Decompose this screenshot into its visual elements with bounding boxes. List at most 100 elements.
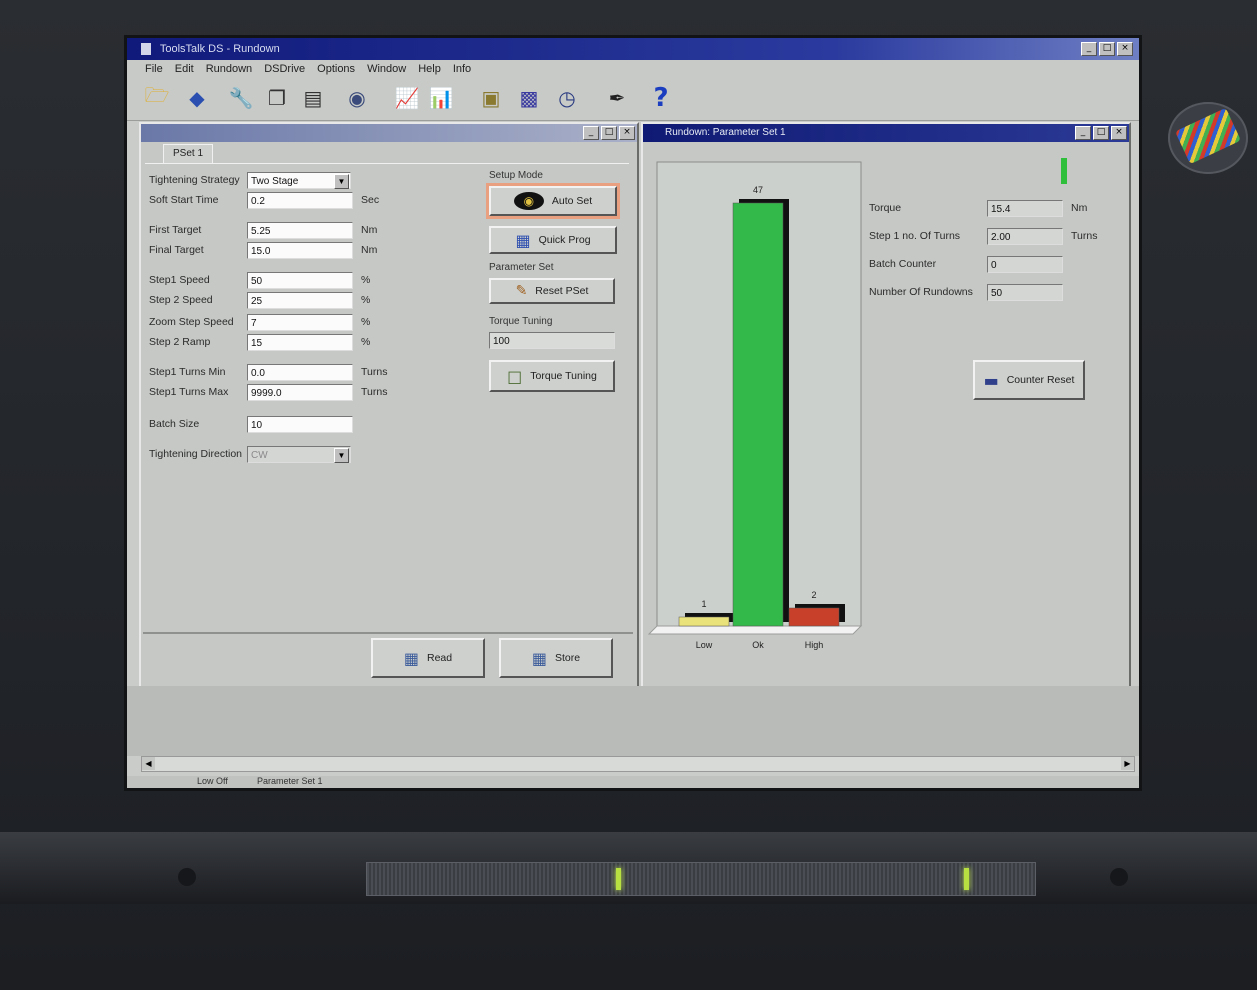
child-maximize-button[interactable]: □	[601, 126, 617, 140]
quick-prog-button[interactable]: ▦ Quick Prog	[489, 226, 617, 254]
status-led-2	[964, 868, 969, 890]
rundown-minimize-button[interactable]: _	[1075, 126, 1091, 140]
copy-icon[interactable]: ❐	[263, 84, 291, 112]
rundown-field-value: 50	[987, 284, 1063, 301]
screwdriver-icon[interactable]: ✒	[603, 84, 631, 112]
wrench-icon[interactable]: 🔧	[227, 84, 255, 112]
rundown-field-value: 2.00	[987, 228, 1063, 245]
rundown-field-label: Number Of Rundowns	[869, 286, 973, 298]
counter-reset-button[interactable]: ▬ Counter Reset	[973, 360, 1085, 400]
param-field[interactable]: 25	[247, 292, 353, 309]
chart-data-label: 1	[701, 599, 706, 609]
chevron-down-icon[interactable]: ▼	[334, 448, 349, 463]
param-field[interactable]: 0.0	[247, 364, 353, 381]
app-icon	[141, 43, 151, 56]
chevron-down-icon[interactable]: ▼	[334, 174, 349, 189]
box-icon[interactable]: ▩	[515, 84, 543, 112]
child-minimize-button[interactable]: _	[583, 126, 599, 140]
hinge-screw-left	[178, 868, 196, 886]
chart-bar	[678, 616, 730, 627]
param-field[interactable]: 15	[247, 334, 353, 351]
open-folder-icon[interactable]: 🗁	[143, 83, 171, 112]
disk-icon[interactable]: ◉	[343, 84, 371, 112]
rundown-close-button[interactable]: ×	[1111, 126, 1127, 140]
auto-set-button[interactable]: ◉ Auto Set	[489, 186, 617, 216]
read-label: Read	[427, 652, 453, 664]
counter-reset-icon: ▬	[983, 370, 999, 390]
torque-tuning-button[interactable]: □ Torque Tuning	[489, 360, 615, 392]
menu-edit[interactable]: Edit	[175, 60, 194, 78]
param-field[interactable]: 5.25	[247, 222, 353, 239]
param-field[interactable]: 50	[247, 272, 353, 289]
param-label: Step 2 Ramp	[149, 336, 211, 348]
param-label: Step1 Turns Min	[149, 366, 226, 378]
param-field[interactable]: CW ▼	[247, 446, 351, 463]
rundown-field-value: 15.4	[987, 200, 1063, 217]
chart-tick-label: Low	[696, 640, 713, 650]
close-button[interactable]: ×	[1117, 42, 1133, 56]
status-indicator	[1061, 158, 1067, 184]
chart-floor	[647, 625, 863, 635]
screen: ToolsTalk DS - Rundown _ □ × File Edit R…	[127, 38, 1139, 788]
help-icon[interactable]: ?	[647, 83, 675, 113]
rundown-field-label: Batch Counter	[869, 258, 937, 270]
scroll-left-arrow[interactable]: ◀	[142, 757, 155, 770]
save-icon[interactable]: ▤	[299, 84, 327, 112]
rundown-field-label: Torque	[869, 202, 902, 214]
menu-info[interactable]: Info	[453, 60, 471, 78]
param-unit: Turns	[361, 386, 388, 398]
param-value: CW	[251, 450, 268, 461]
rundown-bar-chart: 1 Low 47 Ok 2 High	[647, 161, 863, 650]
child-close-button[interactable]: ×	[619, 126, 635, 140]
menu-help[interactable]: Help	[418, 60, 441, 78]
reset-pset-button[interactable]: ✎ Reset PSet	[489, 278, 615, 304]
taskbar-item-parameter-set[interactable]: Parameter Set 1	[257, 776, 323, 786]
read-button[interactable]: ▦ Read	[371, 638, 485, 678]
param-value: Two Stage	[251, 176, 299, 187]
line-chart-icon[interactable]: 📈	[393, 84, 421, 112]
param-field[interactable]: Two Stage ▼	[247, 172, 351, 189]
scroll-right-arrow[interactable]: ▶	[1121, 757, 1134, 770]
menu-rundown[interactable]: Rundown	[206, 60, 252, 78]
param-field[interactable]: 15.0	[247, 242, 353, 259]
bar-chart-icon[interactable]: 📊	[427, 84, 455, 112]
torque-tuning-icon: □	[507, 366, 523, 386]
auto-set-label: Auto Set	[551, 195, 593, 207]
tab-pset-1[interactable]: PSet 1	[163, 144, 213, 163]
torque-tuning-field[interactable]: 100	[489, 332, 615, 349]
chart-tick-label: High	[805, 640, 824, 650]
torque-tuning-label: Torque Tuning	[530, 370, 597, 382]
gauge-icon[interactable]: ◷	[553, 84, 581, 112]
menu-file[interactable]: File	[145, 60, 163, 78]
minimize-button[interactable]: _	[1081, 42, 1097, 56]
menu-options[interactable]: Options	[317, 60, 355, 78]
taskbar-item-low-off[interactable]: Low Off	[197, 776, 228, 786]
maximize-button[interactable]: □	[1099, 42, 1115, 56]
app-title: ToolsTalk DS - Rundown	[159, 43, 280, 55]
param-value: 10	[251, 420, 263, 431]
menu-window[interactable]: Window	[367, 60, 406, 78]
programming-window: _ □ × PSet 1 Tightening Strategy Two Stag…	[139, 122, 639, 688]
menu-dsdrive[interactable]: DSDrive	[264, 60, 305, 78]
parameter-set-title: Parameter Set	[489, 262, 554, 273]
hinge-screw-right	[1110, 868, 1128, 886]
param-value: 0.0	[251, 368, 265, 379]
horizontal-scrollbar[interactable]: ◀ ▶	[141, 756, 1135, 772]
param-label: Step1 Turns Max	[149, 386, 229, 398]
param-field[interactable]: 10	[247, 416, 353, 433]
param-field[interactable]: 9999.0	[247, 384, 353, 401]
param-label: Tightening Strategy	[149, 174, 240, 186]
param-label: First Target	[149, 224, 202, 236]
param-field[interactable]: 0.2	[247, 192, 353, 209]
param-unit: %	[361, 316, 371, 328]
rundown-maximize-button[interactable]: □	[1093, 126, 1109, 140]
param-field[interactable]: 7	[247, 314, 353, 331]
store-button[interactable]: ▦ Store	[499, 638, 613, 678]
counter-reset-label: Counter Reset	[1006, 374, 1075, 386]
diamond-icon[interactable]: ◆	[183, 84, 211, 112]
programming-bottom-divider	[143, 632, 633, 634]
param-unit: Nm	[361, 244, 378, 256]
param-unit: Turns	[361, 366, 388, 378]
chart-bar	[732, 202, 784, 627]
controller-icon[interactable]: ▣	[477, 84, 505, 112]
